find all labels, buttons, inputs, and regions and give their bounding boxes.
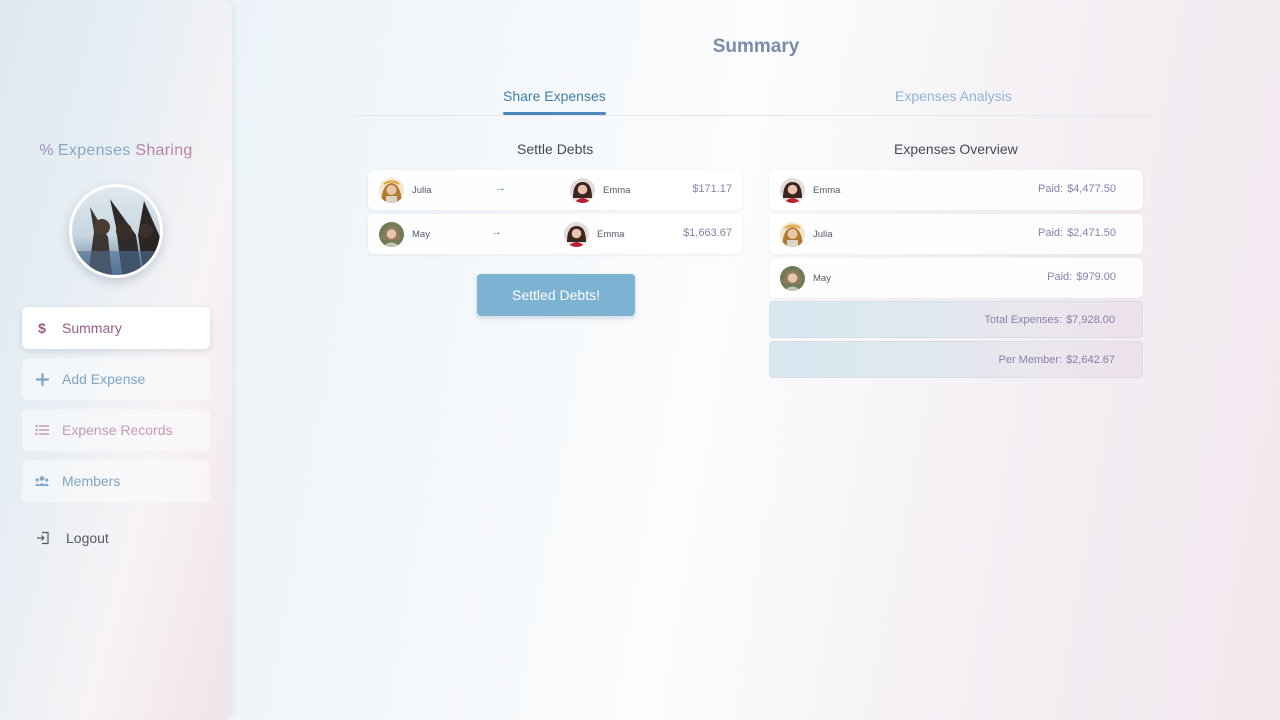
list-icon — [34, 422, 50, 438]
sidebar-item-add-expense[interactable]: Add Expense — [22, 358, 210, 400]
brand-logo: % Expenses Sharing — [0, 142, 232, 160]
page-title: Summary — [712, 36, 800, 57]
member-paid: Paid: $2,471.50 — [1038, 227, 1116, 239]
settled-debts-button[interactable]: Settled Debts! — [477, 274, 635, 316]
member-paid: Paid: $4,477.50 — [1038, 183, 1116, 195]
paid-amount: $2,471.50 — [1067, 227, 1116, 239]
debtor-name: Julia — [412, 185, 432, 196]
plus-icon — [34, 371, 50, 387]
avatar-may — [780, 266, 805, 291]
group-avatar — [69, 184, 163, 278]
tabs-divider — [354, 115, 1158, 116]
per-member-card: Per Member: $2,642.67 — [769, 341, 1143, 378]
tab-share-expenses[interactable]: Share Expenses — [503, 88, 606, 115]
expenses-overview-title: Expenses Overview — [894, 141, 1018, 157]
logout-label: Logout — [66, 530, 109, 546]
settle-debts-title: Settle Debts — [517, 141, 594, 157]
paid-label: Paid: — [1037, 183, 1064, 195]
avatar-emma — [780, 178, 805, 203]
member-paid: Paid: $979.00 — [1047, 271, 1116, 283]
debtor-name: May — [412, 229, 430, 240]
creditor-name: Emma — [603, 185, 631, 196]
debt-amount: $171.17 — [692, 183, 732, 195]
brand-word-expenses: Expenses — [57, 142, 131, 159]
sidebar-item-members[interactable]: Members — [22, 460, 210, 502]
avatar-emma — [570, 178, 595, 203]
avatar-emma — [564, 222, 589, 247]
sidebar-item-label: Members — [62, 473, 121, 489]
per-member: Per Member: $2,642.67 — [998, 354, 1115, 366]
paid-label: Paid: — [1037, 227, 1064, 239]
avatar-may — [379, 222, 404, 247]
member-paid-row: May Paid: $979.00 — [769, 258, 1143, 298]
avatar-julia — [379, 178, 404, 203]
total-expenses: Total Expenses: $7,928.00 — [984, 314, 1115, 326]
total-expenses-label: Total Expenses: — [984, 314, 1063, 326]
creditor-name: Emma — [597, 229, 625, 240]
percent-icon: % — [39, 142, 54, 159]
sidebar: % Expenses Sharing $ Summary Add Expense… — [0, 0, 232, 720]
member-name: Julia — [813, 229, 833, 240]
total-expenses-card: Total Expenses: $7,928.00 — [769, 301, 1143, 338]
paid-amount: $979.00 — [1076, 271, 1116, 283]
per-member-label: Per Member: — [998, 354, 1063, 366]
per-member-value: $2,642.67 — [1066, 354, 1115, 366]
logout-icon — [37, 531, 49, 545]
debt-row: Julia → Emma $171.17 — [368, 170, 742, 210]
sidebar-item-expense-records[interactable]: Expense Records — [22, 409, 210, 451]
group-photo-image — [72, 187, 160, 275]
total-expenses-value: $7,928.00 — [1066, 314, 1115, 326]
sidebar-item-summary[interactable]: $ Summary — [22, 307, 210, 349]
paid-label: Paid: — [1047, 271, 1073, 283]
debt-row: May → Emma $1,663.67 — [368, 214, 742, 254]
sidebar-item-label: Expense Records — [62, 422, 173, 438]
dollar-icon: $ — [38, 320, 46, 336]
avatar-julia — [780, 222, 805, 247]
arrow-right-icon: → — [495, 182, 506, 194]
members-icon — [34, 473, 50, 489]
arrow-right-icon: → — [491, 226, 502, 238]
member-name: Emma — [813, 185, 841, 196]
member-name: May — [813, 273, 831, 284]
member-paid-row: Emma Paid: $4,477.50 — [769, 170, 1143, 210]
paid-amount: $4,477.50 — [1067, 183, 1116, 195]
brand-word-sharing: Sharing — [135, 142, 193, 159]
sidebar-item-label: Summary — [62, 320, 122, 336]
member-paid-row: Julia Paid: $2,471.50 — [769, 214, 1143, 254]
tab-expenses-analysis[interactable]: Expenses Analysis — [895, 88, 1012, 104]
debt-amount: $1,663.67 — [683, 227, 732, 239]
sidebar-item-label: Add Expense — [62, 371, 146, 387]
logout-button[interactable]: Logout — [36, 530, 109, 546]
